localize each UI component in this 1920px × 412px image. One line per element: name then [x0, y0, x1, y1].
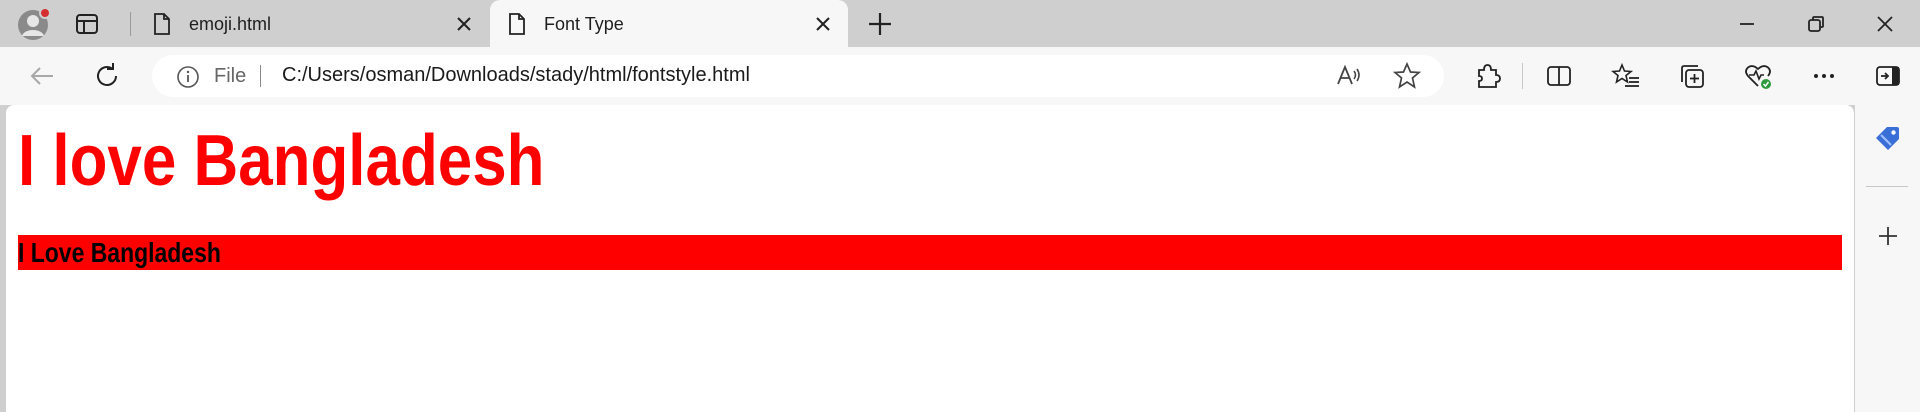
minimize-icon[interactable] [1735, 12, 1759, 36]
collections-icon[interactable] [1677, 61, 1707, 91]
highlighted-heading-text: I Love Bangladesh [18, 237, 221, 268]
more-options-icon[interactable] [1809, 61, 1839, 91]
page-file-icon [153, 13, 171, 35]
favorite-star-icon[interactable] [1392, 61, 1422, 91]
page-heading: I love Bangladesh [18, 121, 545, 201]
browser-essentials-icon[interactable] [1743, 61, 1773, 91]
address-bar[interactable]: File C:/Users/osman/Downloads/stady/html… [152, 55, 1444, 97]
refresh-icon[interactable] [92, 61, 122, 91]
sidebar-toggle-icon[interactable] [1873, 61, 1903, 91]
tab-separator [130, 12, 131, 36]
restore-icon[interactable] [1804, 12, 1828, 36]
toolbar-separator [1522, 63, 1523, 89]
sidebar-divider [1866, 186, 1908, 187]
url-text[interactable]: C:/Users/osman/Downloads/stady/html/font… [282, 64, 750, 87]
web-page-content: I love Bangladesh I Love Bangladesh [6, 105, 1854, 412]
address-separator [260, 65, 261, 87]
add-sidebar-app-icon[interactable] [1873, 221, 1903, 251]
new-tab-icon[interactable] [866, 10, 894, 38]
split-screen-icon[interactable] [1544, 61, 1574, 91]
browser-toolbar: File C:/Users/osman/Downloads/stady/html… [0, 47, 1920, 105]
tab-title: emoji.html [189, 14, 272, 34]
tab-strip: emoji.html Font Type [0, 0, 1920, 47]
tab-title: Font Type [544, 14, 624, 34]
extensions-icon[interactable] [1473, 61, 1503, 91]
close-tab-icon[interactable] [453, 13, 475, 35]
favorites-icon[interactable] [1611, 61, 1641, 91]
tab-emoji[interactable]: emoji.html [135, 0, 485, 47]
tab-font-type[interactable]: Font Type [490, 0, 848, 47]
close-tab-icon[interactable] [812, 13, 834, 35]
close-window-icon[interactable] [1873, 12, 1897, 36]
shopping-tag-icon[interactable] [1873, 123, 1903, 153]
highlighted-heading: I Love Bangladesh [18, 235, 1842, 270]
tab-actions-icon[interactable] [73, 10, 101, 38]
back-arrow-icon[interactable] [27, 61, 57, 91]
profile-avatar-icon[interactable] [15, 6, 51, 42]
page-file-icon [508, 13, 526, 35]
read-aloud-icon[interactable] [1334, 61, 1364, 91]
scheme-label: File [214, 65, 247, 87]
edge-sidebar [1855, 105, 1920, 412]
info-icon[interactable] [176, 65, 200, 89]
